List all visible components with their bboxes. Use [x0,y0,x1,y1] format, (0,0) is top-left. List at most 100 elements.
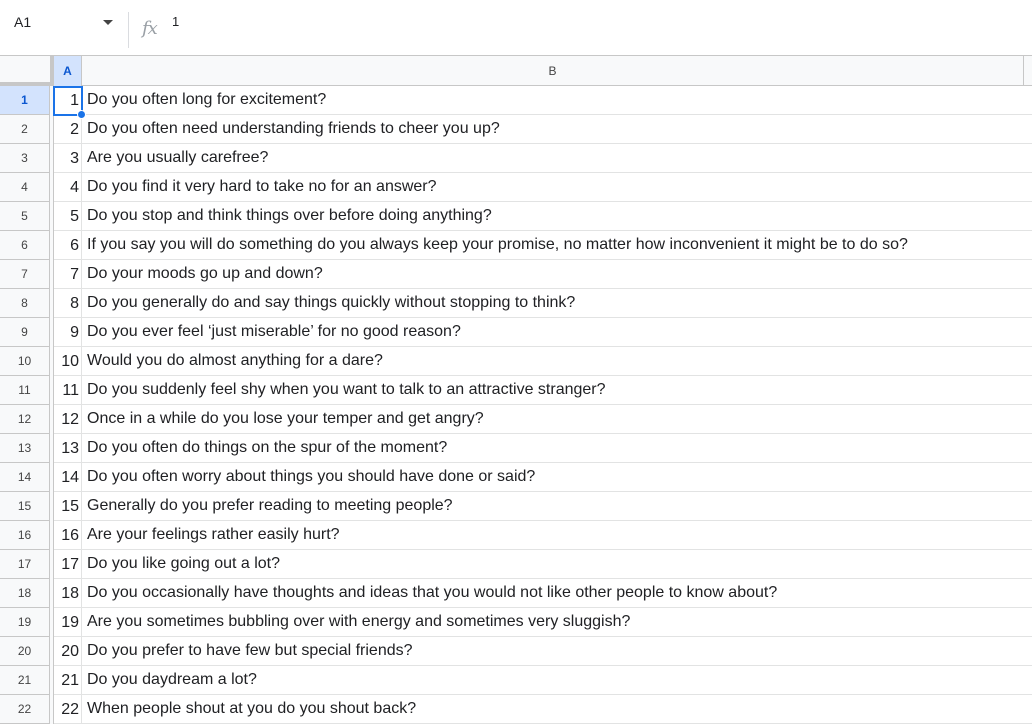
row-header[interactable]: 7 [0,260,50,289]
cell-a[interactable]: 8 [54,289,82,317]
table-row: 15 15 Generally do you prefer reading to m… [0,492,1032,521]
row-header[interactable]: 1 [0,86,50,115]
table-row: 10 10 Would you do almost anything for a d… [0,347,1032,376]
column-header-a[interactable]: A [54,56,82,86]
cell-b[interactable]: Do you occasionally have thoughts and id… [82,579,1032,607]
cell-a[interactable]: 22 [54,695,82,723]
spreadsheet-grid: A B 1 1 Do you often long for excitement? 2… [0,55,1032,727]
row-header[interactable]: 3 [0,144,50,173]
cell-a[interactable]: 18 [54,579,82,607]
cell-a[interactable]: 16 [54,521,82,549]
table-row: 22 22 When people shout at you do you shou… [0,695,1032,724]
fill-handle[interactable] [77,110,86,119]
cell-a[interactable]: 17 [54,550,82,578]
cell-a[interactable]: 2 [54,115,82,143]
row-header[interactable]: 11 [0,376,50,405]
cell-a[interactable]: 14 [54,463,82,491]
table-row: 5 5 Do you stop and think things over befo… [0,202,1032,231]
column-header-row: A B [0,55,1032,86]
cell-b[interactable]: Are you sometimes bubbling over with ene… [82,608,1032,636]
row-header[interactable]: 22 [0,695,50,724]
table-row: 8 8 Do you generally do and say things qui… [0,289,1032,318]
select-all-corner[interactable] [0,56,54,86]
cell-a[interactable]: 6 [54,231,82,259]
row-header[interactable]: 12 [0,405,50,434]
cell-b[interactable]: Do you ever feel ‘just miserable’ for no… [82,318,1032,346]
table-row: 16 16 Are your feelings rather easily hurt… [0,521,1032,550]
cell-b[interactable]: Once in a while do you lose your temper … [82,405,1032,433]
row-header[interactable]: 10 [0,347,50,376]
cell-a[interactable]: 20 [54,637,82,665]
cell-b[interactable]: Are your feelings rather easily hurt? [82,521,1032,549]
cell-b[interactable]: Do you often worry about things you shou… [82,463,1032,491]
row-header[interactable]: 18 [0,579,50,608]
row-header[interactable]: 17 [0,550,50,579]
formula-input[interactable]: 1 [172,14,179,29]
row-header[interactable]: 2 [0,115,50,144]
cell-a[interactable]: 7 [54,260,82,288]
table-row: 7 7 Do your moods go up and down? [0,260,1032,289]
row-header[interactable]: 19 [0,608,50,637]
cell-a[interactable]: 9 [54,318,82,346]
row-header[interactable]: 9 [0,318,50,347]
row-header[interactable]: 20 [0,637,50,666]
cell-b[interactable]: Do you prefer to have few but special fr… [82,637,1032,665]
cell-a[interactable]: 19 [54,608,82,636]
cell-a[interactable]: 15 [54,492,82,520]
row-header[interactable]: 4 [0,173,50,202]
cell-a[interactable]: 3 [54,144,82,172]
formula-bar-divider [128,12,129,48]
cell-a[interactable]: 13 [54,434,82,462]
table-row: 11 11 Do you suddenly feel shy when you wa… [0,376,1032,405]
table-row: 1 1 Do you often long for excitement? [0,86,1032,115]
row-header[interactable]: 16 [0,521,50,550]
cell-b[interactable]: Do you suddenly feel shy when you want t… [82,376,1032,404]
row-header[interactable]: 14 [0,463,50,492]
column-header-b[interactable]: B [82,56,1024,86]
row-header[interactable]: 15 [0,492,50,521]
table-row: 21 21 Do you daydream a lot? [0,666,1032,695]
table-row: 12 12 Once in a while do you lose your tem… [0,405,1032,434]
name-box[interactable]: A1 [0,0,126,56]
table-row: 13 13 Do you often do things on the spur o… [0,434,1032,463]
cell-b[interactable]: Do you daydream a lot? [82,666,1032,694]
cell-b[interactable]: Do you find it very hard to take no for … [82,173,1032,201]
table-row: 20 20 Do you prefer to have few but specia… [0,637,1032,666]
row-header[interactable]: 13 [0,434,50,463]
row-header[interactable]: 5 [0,202,50,231]
formula-bar: A1 fx 1 [0,0,1032,56]
cell-b[interactable]: Do your moods go up and down? [82,260,1032,288]
cell-b[interactable]: When people shout at you do you shout ba… [82,695,1032,723]
table-row: 4 4 Do you find it very hard to take no fo… [0,173,1032,202]
cell-a[interactable]: 11 [54,376,82,404]
cell-a[interactable]: 21 [54,666,82,694]
cell-b[interactable]: Would you do almost anything for a dare? [82,347,1032,375]
cell-b[interactable]: Do you stop and think things over before… [82,202,1032,230]
name-box-value: A1 [14,14,32,30]
cell-b[interactable]: Are you usually carefree? [82,144,1032,172]
cell-b[interactable]: Do you generally do and say things quick… [82,289,1032,317]
row-header[interactable]: 8 [0,289,50,318]
table-row: 17 17 Do you like going out a lot? [0,550,1032,579]
cell-b[interactable]: Do you often long for excitement? [82,86,1032,114]
cell-a[interactable]: 12 [54,405,82,433]
table-row: 14 14 Do you often worry about things you … [0,463,1032,492]
row-header[interactable]: 6 [0,231,50,260]
row-header[interactable]: 21 [0,666,50,695]
cell-b[interactable]: Do you like going out a lot? [82,550,1032,578]
cell-a[interactable]: 1 [54,86,82,114]
table-row: 18 18 Do you occasionally have thoughts an… [0,579,1032,608]
chevron-down-icon[interactable] [103,20,113,25]
table-row: 3 3 Are you usually carefree? [0,144,1032,173]
cell-a[interactable]: 4 [54,173,82,201]
cell-b[interactable]: If you say you will do something do you … [82,231,1032,259]
table-row: 19 19 Are you sometimes bubbling over with… [0,608,1032,637]
cell-b[interactable]: Do you often need understanding friends … [82,115,1032,143]
cell-a[interactable]: 5 [54,202,82,230]
cell-a[interactable]: 10 [54,347,82,375]
column-header-c[interactable] [1024,56,1032,86]
cell-b[interactable]: Do you often do things on the spur of th… [82,434,1032,462]
table-row: 6 6 If you say you will do something do yo… [0,231,1032,260]
table-row: 2 2 Do you often need understanding friend… [0,115,1032,144]
cell-b[interactable]: Generally do you prefer reading to meeti… [82,492,1032,520]
